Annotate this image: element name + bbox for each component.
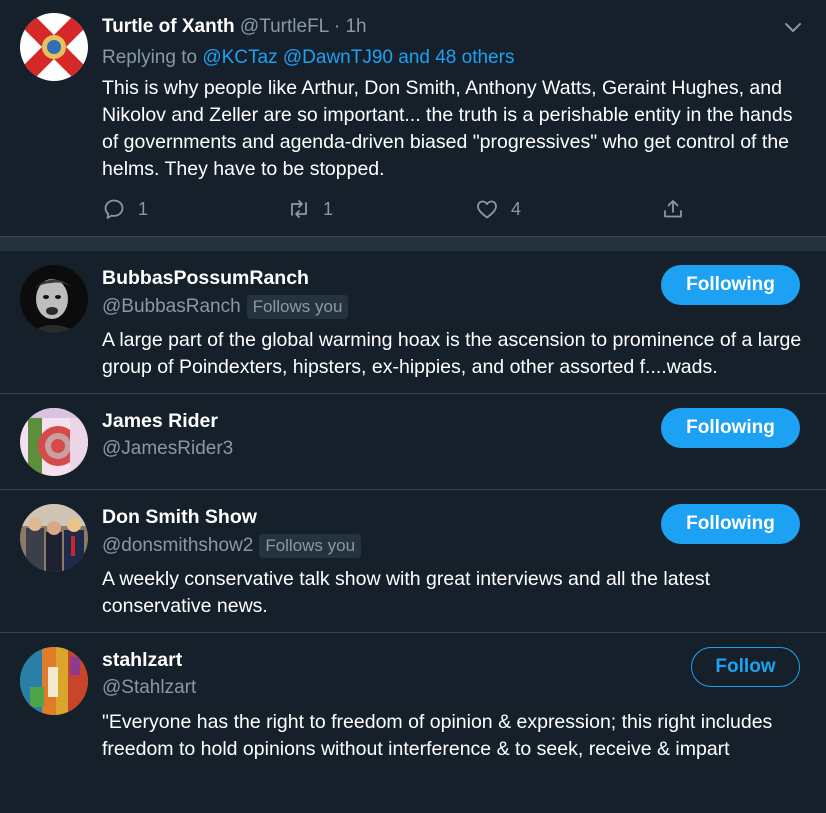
tweet-time[interactable]: 1h: [345, 16, 366, 37]
following-button[interactable]: Following: [661, 265, 800, 305]
reply-icon: [104, 199, 124, 219]
replying-to: Replying to @KCTaz @DawnTJ90 and 48 othe…: [102, 47, 514, 69]
retweet-icon: [291, 200, 307, 218]
author-name[interactable]: Turtle of Xanth: [102, 16, 235, 37]
user-name[interactable]: James Rider: [102, 410, 218, 433]
tweet-header: Turtle of Xanth @TurtleFL · 1h: [102, 16, 367, 38]
user-handle[interactable]: @BubbasRanch: [102, 296, 241, 318]
like-button[interactable]: 4: [475, 196, 521, 222]
chevron-down-icon[interactable]: [782, 16, 804, 38]
user-handle[interactable]: @JamesRider3: [102, 438, 233, 460]
heart-icon: [477, 200, 497, 219]
dot-separator: ·: [333, 16, 341, 37]
user-handle-row: @BubbasRanch Follows you: [102, 295, 349, 319]
user-handle-row: @JamesRider3: [102, 438, 233, 460]
user-handle[interactable]: @donsmithshow2: [102, 535, 253, 557]
user-bio: "Everyone has the right to freedom of op…: [102, 711, 773, 760]
replying-to-users[interactable]: @KCTaz @DawnTJ90 and 48 others: [202, 47, 514, 68]
user-cell[interactable]: James Rider @JamesRider3 Following: [0, 394, 826, 490]
user-handle[interactable]: @Stahlzart: [102, 677, 196, 699]
user-handle-row: @donsmithshow2 Follows you: [102, 534, 362, 558]
reply-button[interactable]: 1: [102, 196, 148, 222]
following-button[interactable]: Following: [661, 408, 800, 448]
like-count: 4: [511, 198, 522, 219]
tweet-text: This is why people like Arthur, Don Smit…: [102, 77, 793, 180]
user-name[interactable]: Don Smith Show: [102, 506, 257, 529]
follow-button[interactable]: Follow: [691, 647, 800, 687]
user-bio: A large part of the global warming hoax …: [102, 329, 802, 378]
avatar[interactable]: [20, 408, 88, 476]
replying-to-prefix: Replying to: [102, 47, 198, 68]
author-handle[interactable]: @TurtleFL: [240, 16, 329, 37]
share-button[interactable]: [661, 196, 685, 222]
user-name[interactable]: BubbasPossumRanch: [102, 267, 309, 290]
author-avatar[interactable]: [20, 13, 88, 81]
user-cell[interactable]: Don Smith Show @donsmithshow2 Follows yo…: [0, 490, 826, 633]
user-bio: A weekly conservative talk show with gre…: [102, 568, 711, 617]
share-icon: [664, 200, 682, 218]
section-divider: [0, 236, 826, 251]
reply-count: 1: [138, 198, 149, 219]
follows-you-badge: Follows you: [259, 534, 362, 558]
avatar[interactable]: [20, 504, 88, 572]
follows-you-badge: Follows you: [246, 295, 349, 319]
avatar[interactable]: [20, 647, 88, 715]
user-cell[interactable]: stahlzart @Stahlzart Follow "Everyone ha…: [0, 633, 826, 813]
tweet[interactable]: Turtle of Xanth @TurtleFL · 1h Replying …: [0, 0, 826, 236]
user-cell[interactable]: BubbasPossumRanch @BubbasRanch Follows y…: [0, 251, 826, 394]
retweet-button[interactable]: 1: [287, 196, 333, 222]
user-handle-row: @Stahlzart: [102, 677, 196, 699]
retweet-count: 1: [323, 198, 334, 219]
tweet-actions: 1 1 4: [102, 196, 702, 222]
user-name[interactable]: stahlzart: [102, 649, 182, 672]
avatar[interactable]: [20, 265, 88, 333]
following-button[interactable]: Following: [661, 504, 800, 544]
